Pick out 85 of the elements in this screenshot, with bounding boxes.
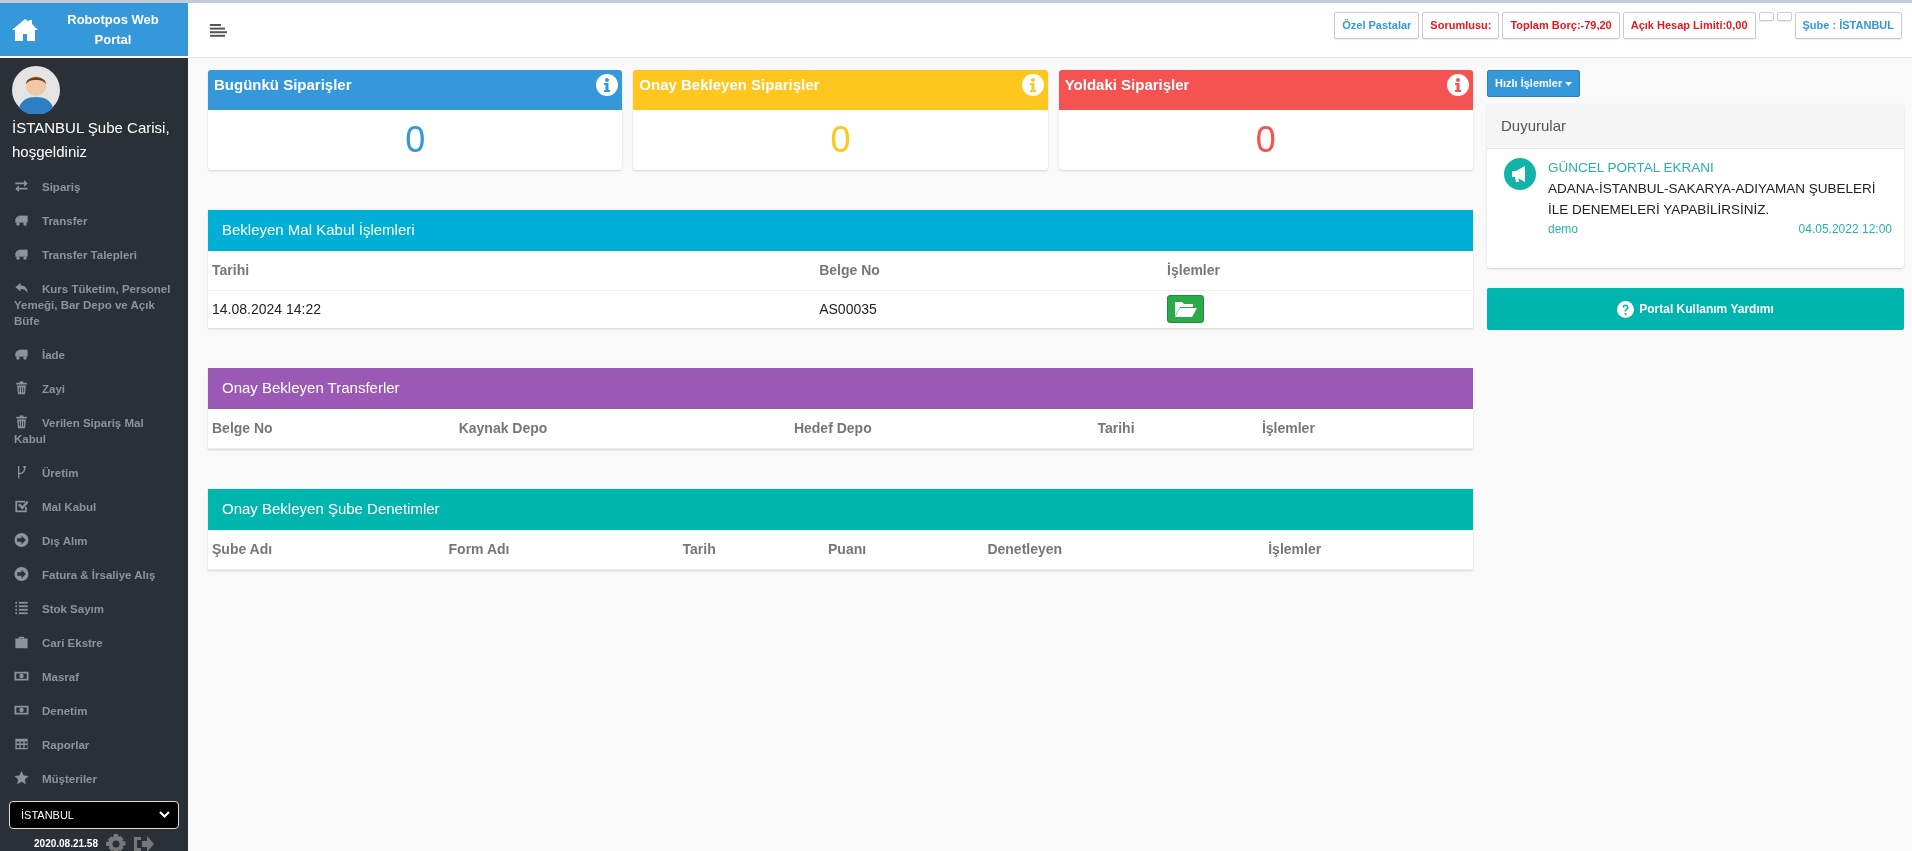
home-icon[interactable] (12, 18, 38, 41)
info-icon[interactable] (1447, 74, 1469, 96)
sidebar-item[interactable]: Cari Ekstre (0, 626, 188, 660)
brand-title: Robotpos Web Portal (66, 10, 160, 49)
sidebar-item[interactable]: Transfer Talepleri (0, 238, 188, 272)
panel-header: Onay Bekleyen Şube Denetimler (208, 488, 1473, 530)
header-button[interactable]: Açık Hesap Limiti:0,00 (1622, 12, 1756, 39)
column-header: Hedef Depo (789, 408, 1094, 448)
menu-icon[interactable] (210, 23, 227, 37)
column-header: Tarihi (208, 251, 816, 291)
truck-icon (14, 213, 29, 227)
megaphone-icon (1504, 158, 1536, 190)
reply-icon (14, 281, 29, 295)
swap-icon (14, 179, 29, 193)
column-header: Tarihi (1093, 408, 1258, 448)
stat-value: 0 (829, 118, 852, 162)
caret-icon (1565, 82, 1573, 87)
sidebar-item[interactable]: Denetim (0, 694, 188, 728)
help-icon (1617, 300, 1635, 318)
announcement-title: GÜNCEL PORTAL EKRANI (1548, 159, 1715, 177)
date-text: 04.05.2022 12:00 (1798, 221, 1892, 239)
trash-icon (14, 381, 29, 395)
sidebar-item[interactable]: Sipariş (0, 170, 188, 204)
column-header: İşlemler (1257, 408, 1473, 448)
stat-value: 0 (1254, 118, 1277, 162)
star-icon (14, 771, 29, 785)
card-title: Bugünkü Siparişler (214, 75, 352, 95)
branch-select[interactable]: İSTANBUL (9, 801, 179, 829)
column-header: İşlemler (1264, 529, 1473, 569)
sidebar-item[interactable]: Verilen Sipariş Mal Kabul (0, 406, 188, 456)
quick-actions-dropdown[interactable]: Hızlı İşlemler (1487, 70, 1581, 97)
sidebar-item[interactable]: Dış Alım (0, 524, 188, 558)
truck-icon (14, 347, 29, 361)
header-button[interactable]: Toplam Borç:-79,20 (1502, 12, 1620, 39)
sidebar-item[interactable]: Müşteriler (0, 762, 188, 796)
author-text: demo (1548, 221, 1579, 239)
folder-button[interactable] (1167, 295, 1205, 323)
column-header: İşlemler (1163, 251, 1473, 291)
column-header: Belge No (208, 408, 455, 448)
sidebar-item[interactable]: Stok Sayım (0, 592, 188, 626)
help-button[interactable]: Portal Kullanım Yardımı (1487, 288, 1904, 331)
list-icon (14, 601, 29, 615)
banknote-icon (14, 703, 29, 717)
announcement-text: ADANA-İSTANBUL-SAKARYA-ADIYAMAN ŞUBELERİ İLE DENEMELERİ YAPABİLİRSİNİZ. (1548, 180, 1877, 220)
logout-icon[interactable] (133, 834, 154, 851)
sidebar-item[interactable]: Zayi (0, 372, 188, 406)
stat-value: 0 (404, 118, 427, 162)
sidebar-item[interactable]: Raporlar (0, 728, 188, 762)
briefcase-icon (14, 635, 29, 649)
checkbox-icon (14, 499, 29, 513)
column-header: Puanı (824, 529, 984, 569)
sidebar-item[interactable]: İade (0, 338, 188, 372)
column-header: Denetleyen (983, 529, 1265, 569)
trash-icon (14, 415, 29, 429)
table-icon (14, 737, 29, 751)
chevron-icon (159, 811, 170, 819)
column-header: Kaynak Depo (454, 408, 790, 448)
banknote-icon (14, 669, 29, 683)
column-header: Tarih (678, 529, 825, 569)
header-button[interactable]: Sorumlusu: (1422, 12, 1500, 39)
table-cell: AS00035 (819, 300, 877, 317)
settings-icon[interactable] (105, 833, 126, 851)
column-header: Form Adı (444, 529, 679, 569)
header-button[interactable]: Özel Pastalar (1334, 12, 1420, 39)
sidebar-item[interactable]: Üretim (0, 456, 188, 490)
panel-header: Onay Bekleyen Transferler (208, 367, 1473, 409)
sidebar-item[interactable]: Fatura & İrsaliye Alış (0, 558, 188, 592)
sidebar-item[interactable]: Kurs Tüketim, Personel Yemeği, Bar Depo ve Açık Büfe (0, 272, 188, 338)
column-header: Belge No (815, 251, 1164, 291)
panel-title: Duyurular (1487, 103, 1904, 149)
folder-icon (1173, 300, 1198, 318)
version-text: 2020.08.21.58 (34, 837, 98, 851)
sidebar-item[interactable]: Transfer (0, 204, 188, 238)
card-title: Onay Bekleyen Siparişler (639, 75, 820, 95)
sidebar-item[interactable]: Mal Kabul (0, 490, 188, 524)
info-icon[interactable] (596, 74, 619, 96)
sidebar-item[interactable]: Masraf (0, 660, 188, 694)
header-button[interactable]: Şube : İSTANBUL (1794, 12, 1902, 39)
card-title: Yoldaki Siparişler (1064, 75, 1190, 95)
panel-header: Bekleyen Mal Kabul İşlemleri (208, 210, 1473, 251)
avatar (12, 66, 60, 114)
table-cell: 14.08.2024 14:22 (212, 300, 321, 317)
truck-icon (14, 247, 29, 261)
greeting-text: İSTANBUL Şube Carisi, hoşgeldiniz (12, 118, 171, 162)
column-header: Şube Adı (208, 529, 445, 569)
